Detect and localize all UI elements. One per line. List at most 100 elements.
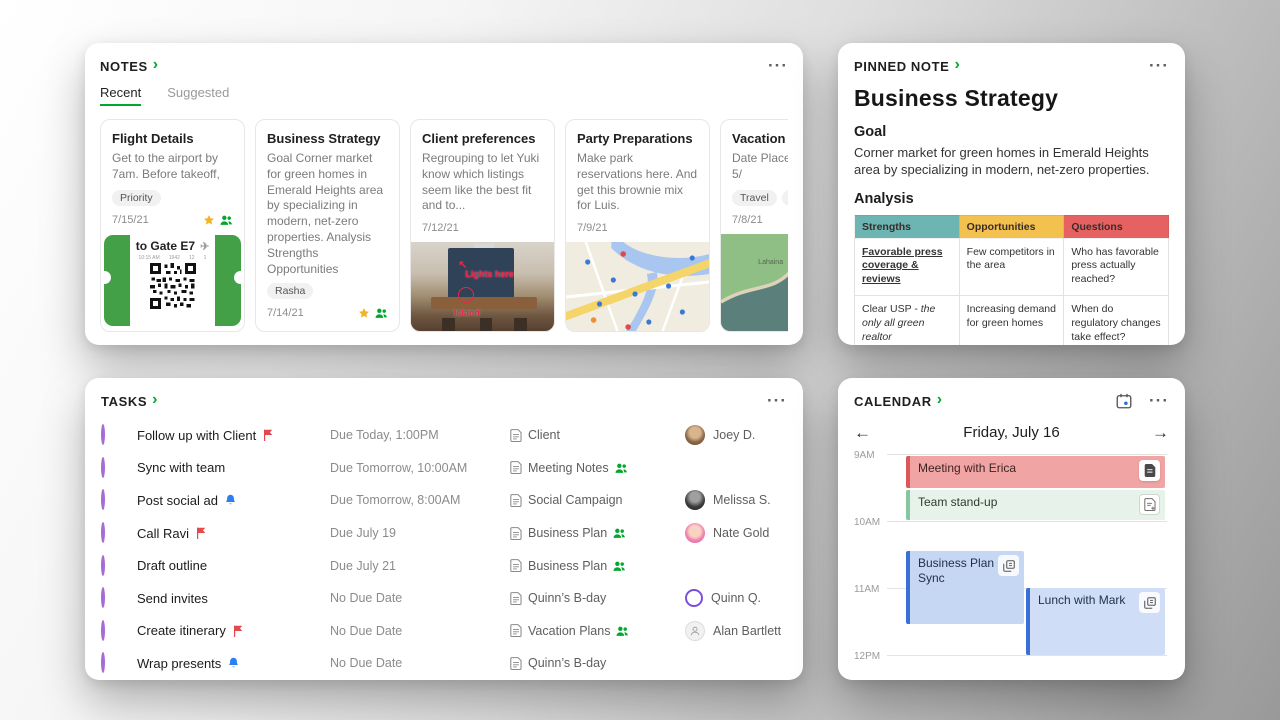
- task-assignee[interactable]: Alan Bartlett: [685, 621, 787, 641]
- note-card-client-preferences[interactable]: Client preferences Regrouping to let Yuk…: [410, 119, 555, 332]
- notes-panel-title: NOTES: [100, 59, 148, 74]
- note-icon[interactable]: [1139, 460, 1160, 481]
- event-label: Team stand-up: [918, 495, 997, 509]
- more-options-icon[interactable]: ···: [1149, 61, 1169, 71]
- calendar-event-business-plan-sync[interactable]: Business Plan Sync: [906, 551, 1024, 624]
- column-header-strengths: Strengths: [855, 215, 960, 238]
- analysis-table: Strengths Opportunities Questions Favora…: [854, 215, 1169, 345]
- task-assignee[interactable]: Melissa S.: [685, 490, 787, 510]
- task-label[interactable]: Send invites: [137, 591, 330, 606]
- task-note-link[interactable]: Social Campaign: [510, 493, 685, 507]
- coast-map-attachment: Lahaina: [721, 234, 788, 331]
- note-date: 7/15/21: [112, 214, 149, 226]
- tag-priority[interactable]: Priority: [112, 190, 161, 206]
- calendar-event-meeting-with-erica[interactable]: Meeting with Erica: [906, 456, 1165, 488]
- task-checkbox[interactable]: [101, 620, 105, 641]
- tasks-header-link[interactable]: TASKS ›: [101, 393, 157, 409]
- task-label[interactable]: Draft outline: [137, 558, 330, 573]
- task-label[interactable]: Sync with team: [137, 460, 330, 475]
- task-label[interactable]: Call Ravi: [137, 526, 330, 541]
- pinned-note-header-link[interactable]: PINNED NOTE ›: [854, 58, 960, 74]
- street-map-attachment: [566, 242, 709, 332]
- document-icon: [510, 559, 522, 572]
- task-checkbox[interactable]: [101, 652, 105, 673]
- task-note-link[interactable]: Meeting Notes: [510, 461, 685, 475]
- calendar-event-lunch-with-mark[interactable]: Lunch with Mark: [1026, 588, 1165, 655]
- tab-suggested[interactable]: Suggested: [167, 85, 229, 106]
- photo-annotation: Lights here: [465, 269, 514, 279]
- document-icon: [510, 624, 522, 637]
- more-options-icon[interactable]: ···: [768, 61, 788, 71]
- assignee-name: Alan Bartlett: [713, 624, 781, 638]
- note-card-snippet: Date Place Activities 5/: [732, 151, 788, 183]
- note-card-flight-details[interactable]: Flight Details Get to the airport by 7am…: [100, 119, 245, 332]
- task-label[interactable]: Follow up with Client: [137, 428, 330, 443]
- task-checkbox[interactable]: [101, 587, 105, 608]
- right-arrow-icon[interactable]: →: [1152, 424, 1169, 441]
- calendar-header-link[interactable]: CALENDAR ›: [854, 393, 942, 409]
- more-options-icon[interactable]: ···: [1149, 396, 1169, 406]
- task-checkbox[interactable]: [101, 555, 105, 576]
- copy-icon[interactable]: [998, 555, 1019, 576]
- hour-label: 12PM: [854, 651, 880, 662]
- task-note-link[interactable]: Business Plan: [510, 559, 685, 573]
- note-card-title: Vacation Itinerary: [732, 131, 788, 146]
- task-row: Send invites No Due Date Quinn’s B-day Q…: [101, 582, 787, 615]
- copy-icon[interactable]: [1139, 592, 1160, 613]
- task-note-link[interactable]: Business Plan: [510, 526, 685, 540]
- document-icon: [510, 527, 522, 540]
- task-row: Follow up with Client Due Today, 1:00PM …: [101, 419, 787, 452]
- table-cell: Increasing demand for green homes: [959, 296, 1064, 345]
- hour-label: 10AM: [854, 517, 880, 528]
- task-note-link[interactable]: Quinn’s B-day: [510, 656, 685, 670]
- note-cards-row: Flight Details Get to the airport by 7am…: [100, 119, 788, 332]
- task-checkbox[interactable]: [101, 489, 105, 510]
- hour-label: 9AM: [854, 450, 875, 461]
- calendar-event-team-stand-up[interactable]: Team stand-up: [906, 490, 1165, 520]
- table-cell: When do regulatory changes take effect?: [1064, 296, 1169, 345]
- more-options-icon[interactable]: ···: [767, 396, 787, 406]
- note-card-title: Party Preparations: [577, 131, 698, 146]
- document-icon: [510, 592, 522, 605]
- task-note-link[interactable]: Quinn’s B-day: [510, 591, 685, 605]
- document-icon: [510, 657, 522, 670]
- note-card-party-preparations[interactable]: Party Preparations Make park reservation…: [565, 119, 710, 332]
- notes-header-link[interactable]: NOTES ›: [100, 58, 158, 74]
- tag-rasha[interactable]: Rasha: [267, 283, 313, 299]
- pinned-note-panel-title: PINNED NOTE: [854, 59, 949, 74]
- left-arrow-icon[interactable]: ←: [854, 424, 871, 441]
- note-card-title: Client preferences: [422, 131, 543, 146]
- document-icon: [510, 461, 522, 474]
- task-label[interactable]: Post social ad: [137, 493, 330, 508]
- task-assignee[interactable]: Nate Gold: [685, 523, 787, 543]
- assignee-name: Nate Gold: [713, 526, 769, 540]
- task-label[interactable]: Wrap presents: [137, 656, 330, 671]
- column-header-questions: Questions: [1064, 215, 1169, 238]
- tag-luis[interactable]: Luis: [782, 190, 788, 206]
- note-card-title: Business Strategy: [267, 131, 388, 146]
- note-card-vacation-itinerary[interactable]: Vacation Itinerary Date Place Activities…: [720, 119, 788, 332]
- tag-travel[interactable]: Travel: [732, 190, 777, 206]
- task-assignee[interactable]: Joey D.: [685, 425, 787, 445]
- task-note-link[interactable]: Vacation Plans: [510, 624, 685, 638]
- avatar: [685, 589, 703, 607]
- airplane-icon: ✈: [200, 241, 209, 253]
- tasks-panel: TASKS › ··· Follow up with Client Due To…: [85, 378, 803, 680]
- task-note-link[interactable]: Client: [510, 428, 685, 442]
- annotation-circle: [458, 287, 474, 303]
- chevron-right-icon: ›: [937, 392, 942, 408]
- photo-annotation: Island: [454, 308, 480, 318]
- tab-recent[interactable]: Recent: [100, 85, 141, 106]
- calendar-icon[interactable]: [1115, 392, 1133, 410]
- task-checkbox[interactable]: [101, 457, 105, 478]
- task-assignee[interactable]: Quinn Q.: [685, 589, 787, 607]
- chevron-right-icon: ›: [152, 392, 157, 408]
- note-card-business-strategy[interactable]: Business Strategy Goal Corner market for…: [255, 119, 400, 332]
- task-checkbox[interactable]: [101, 522, 105, 543]
- document-icon: [510, 429, 522, 442]
- table-row: Favorable press coverage & reviews Few c…: [855, 238, 1169, 296]
- task-label[interactable]: Create itinerary: [137, 623, 330, 638]
- avatar: [685, 490, 705, 510]
- note-add-icon[interactable]: [1139, 494, 1160, 515]
- task-checkbox[interactable]: [101, 424, 105, 445]
